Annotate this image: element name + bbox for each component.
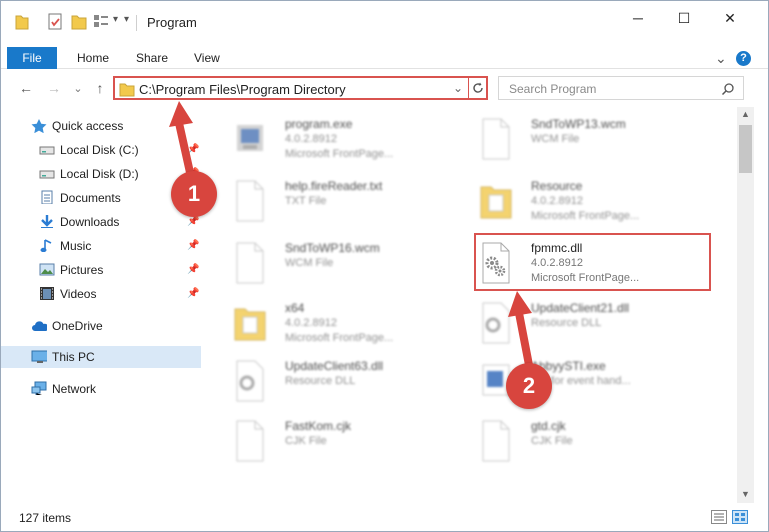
file-explorer-window: ▾ ▾ Program ─ ☐ ✕ File Home Share View ⌄… [0, 0, 769, 532]
arrow-1 [169, 101, 195, 181]
step-2-callout: 2 [506, 363, 552, 409]
annotation-overlay [169, 101, 533, 369]
step-1-callout: 1 [171, 171, 217, 217]
arrow-2 [508, 291, 533, 369]
